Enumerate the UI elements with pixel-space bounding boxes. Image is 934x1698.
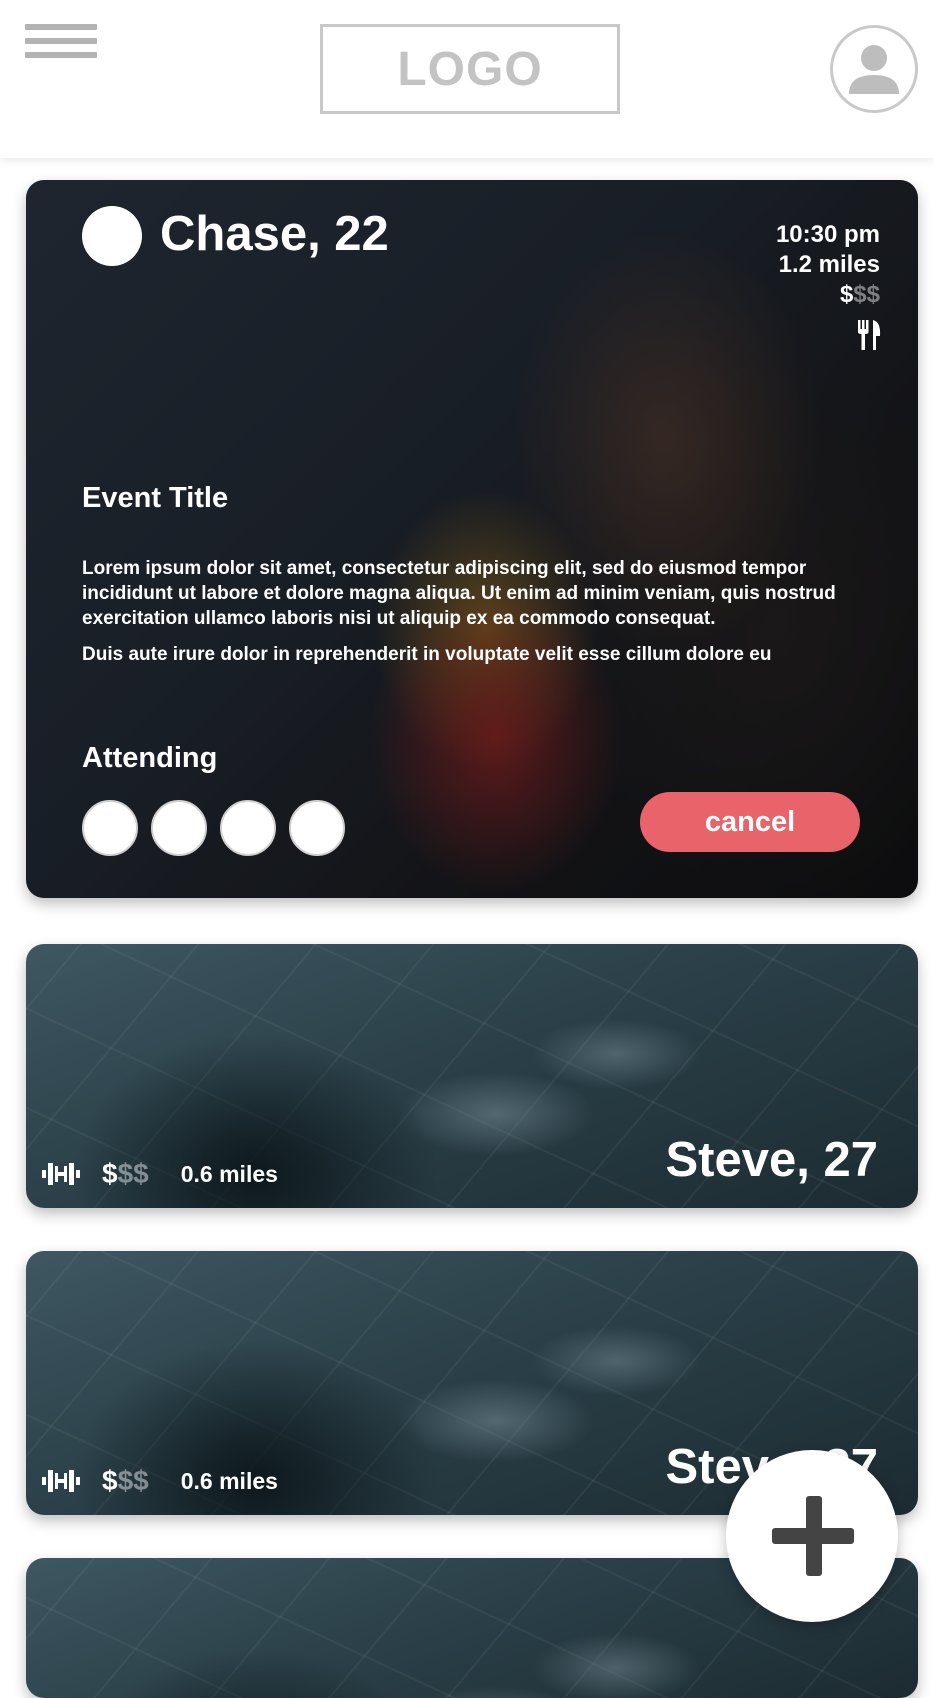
event-time: 10:30 pm <box>775 221 880 248</box>
cancel-button[interactable]: cancel <box>640 792 860 852</box>
host-name: Steve, 27 <box>665 1133 879 1187</box>
host-name: Chase, 22 <box>160 207 389 261</box>
price-level: $$$ <box>102 1465 149 1496</box>
attendee-avatar[interactable] <box>220 800 276 856</box>
fork-knife-icon <box>856 320 882 355</box>
user-avatar-icon[interactable] <box>830 25 918 113</box>
price-level: $$$ <box>839 281 880 308</box>
description-paragraph: Duis aute irure dolor in reprehenderit i… <box>82 644 772 665</box>
featured-event-card[interactable]: Chase, 22 10:30 pm 1.2 miles $$$ Event T… <box>26 180 918 898</box>
event-info: $$$ 0.6 miles <box>42 1158 278 1190</box>
plus-icon <box>772 1496 854 1576</box>
description-paragraph: Lorem ipsum dolor sit amet, consectetur … <box>82 558 836 629</box>
host-avatar[interactable] <box>82 206 142 266</box>
event-info: $$$ 0.6 miles <box>42 1465 278 1497</box>
add-event-button[interactable] <box>726 1450 898 1622</box>
attendee-avatar[interactable] <box>82 800 138 856</box>
logo: LOGO <box>320 24 620 114</box>
hamburger-menu-icon[interactable] <box>25 24 97 64</box>
event-description: Lorem ipsum dolor sit amet, consectetur … <box>82 556 872 678</box>
event-distance: 0.6 miles <box>180 1160 278 1187</box>
app-header: LOGO <box>0 0 934 158</box>
price-level: $$$ <box>102 1158 149 1189</box>
event-distance: 1.2 miles <box>778 251 880 278</box>
dumbbell-icon <box>42 1470 80 1492</box>
attendee-avatar[interactable] <box>289 800 345 856</box>
event-title: Event Title <box>82 482 229 514</box>
dumbbell-icon <box>42 1163 80 1185</box>
event-distance: 0.6 miles <box>180 1467 278 1494</box>
attendee-avatar[interactable] <box>151 800 207 856</box>
attending-label: Attending <box>82 742 218 774</box>
event-meta: 10:30 pm 1.2 miles $$$ <box>776 220 880 310</box>
event-card[interactable]: $$$ 0.6 miles Steve, 27 <box>26 944 918 1208</box>
